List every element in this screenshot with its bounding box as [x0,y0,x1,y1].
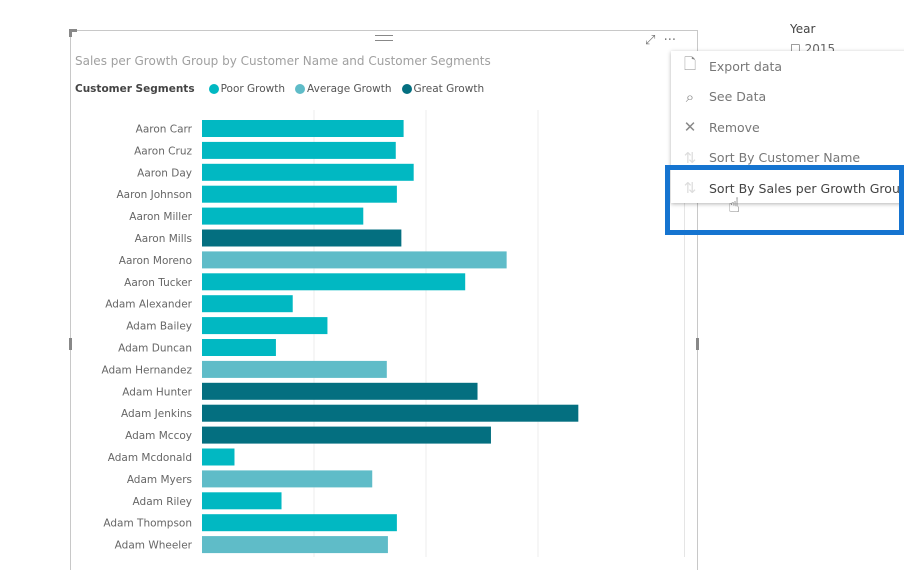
category-label: Adam Mccoy [125,430,192,442]
category-label: Adam Hernandez [101,364,192,376]
category-label: Adam Riley [133,496,192,508]
menu-item-export-data[interactable]: 🗋 Export data [671,51,904,82]
legend-item-average[interactable]: Average Growth [295,83,392,95]
bar [202,141,396,159]
bar [202,470,373,488]
category-label: Adam Myers [127,474,192,486]
export-icon: 🗋 [683,54,697,73]
bar [202,404,579,422]
bar [202,536,388,554]
bar [202,492,282,510]
category-label: Adam Duncan [118,343,192,355]
bar [202,448,235,466]
menu-item-remove[interactable]: ✕ Remove [671,112,904,143]
category-label: Aaron Cruz [134,145,192,157]
drag-grip-icon[interactable] [375,35,393,41]
legend-title: Customer Segments [75,83,195,95]
slicer-title: Year [790,22,816,36]
menu-item-see-data[interactable]: ⌕ See Data [671,82,904,113]
category-label: Adam Jenkins [121,408,192,420]
bar [202,360,387,378]
bar [202,317,328,335]
category-label: Adam Thompson [103,518,192,530]
legend-item-poor[interactable]: Poor Growth [208,83,285,95]
more-options-icon[interactable]: ··· [664,33,676,48]
category-label: Aaron Miller [129,211,192,223]
bar [202,295,293,313]
visual-title: Sales per Growth Group by Customer Name … [75,54,491,68]
bar [202,120,404,137]
resize-handle[interactable] [696,338,699,350]
bar [202,185,397,203]
bar [202,514,397,532]
focus-mode-icon[interactable]: ⤢ [645,33,655,48]
bar [202,251,507,269]
category-label: Adam Wheeler [115,540,193,552]
highlight-box [665,165,904,235]
category-label: Aaron Day [137,167,192,179]
category-label: Aaron Mills [135,233,192,245]
category-label: Aaron Moreno [119,255,192,267]
category-label: Adam Bailey [126,321,192,333]
bar [202,273,466,291]
bar [202,163,414,181]
bar [202,207,364,225]
close-icon: ✕ [683,118,697,137]
legend: Customer Segments Poor Growth Average Gr… [75,83,490,95]
bar [202,339,276,356]
category-label: Adam Alexander [105,299,192,311]
category-label: Adam Mcdonald [108,452,192,464]
category-label: Aaron Tucker [124,277,193,289]
bar [202,426,491,444]
resize-handle[interactable] [69,29,72,37]
legend-item-great[interactable]: Great Growth [401,83,484,95]
category-label: Aaron Carr [136,124,193,136]
bar [202,229,402,247]
bar-chart: Aaron Carr Aaron Cruz Aaron Day Aaron Johns… [101,110,579,557]
category-label: Adam Hunter [122,386,192,398]
bar [202,382,478,400]
category-label: Aaron Johnson [117,189,193,201]
hand-cursor-icon: ☝ [728,193,741,217]
see-data-icon: ⌕ [685,87,695,106]
